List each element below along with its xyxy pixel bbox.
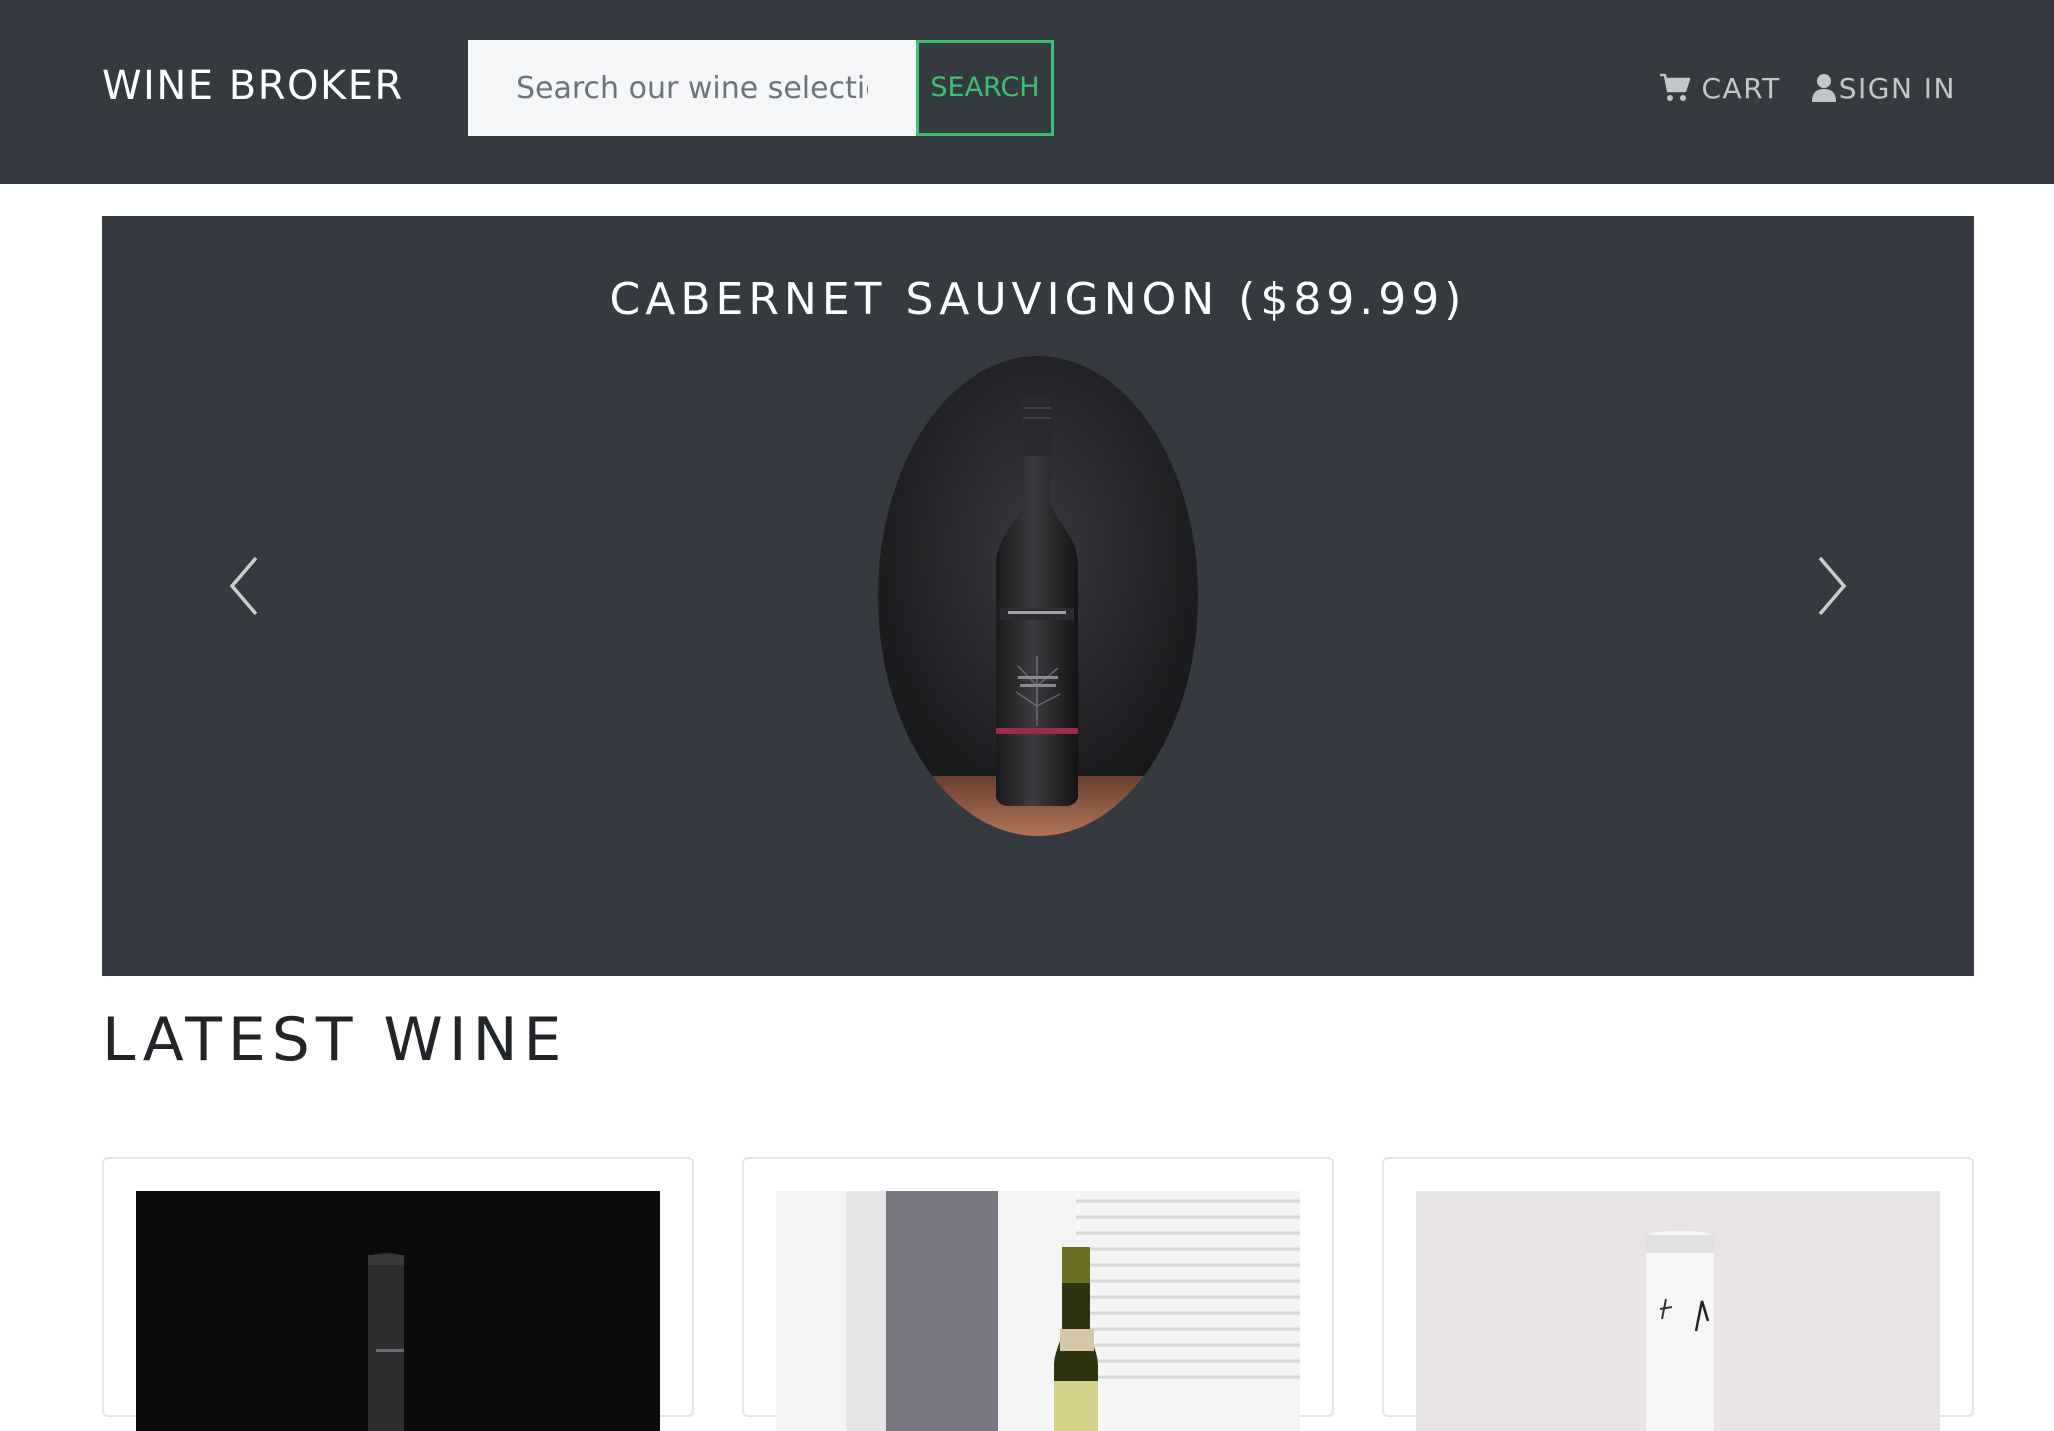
signin-label: SIGN IN: [1838, 71, 1956, 105]
signin-link[interactable]: SIGN IN: [1811, 72, 1956, 105]
wine-card-image: [1416, 1191, 1940, 1431]
brand-logo[interactable]: WINE BROKER: [102, 62, 404, 110]
latest-wine-heading: LATEST WINE: [102, 1005, 568, 1075]
carousel-next-button[interactable]: [1802, 546, 1862, 626]
navbar: WINE BROKER SEARCH CART SIGN IN: [0, 0, 2054, 184]
cart-label: CART: [1701, 71, 1781, 105]
search-button[interactable]: SEARCH: [916, 40, 1054, 136]
wine-card-image: [136, 1191, 660, 1431]
wine-card[interactable]: [1382, 1157, 1974, 1431]
wine-bottle-image[interactable]: [878, 356, 1198, 836]
wine-card-image: [776, 1191, 1300, 1431]
wine-card[interactable]: [102, 1157, 694, 1431]
cart-link[interactable]: CART: [1659, 72, 1780, 105]
carousel-prev-button[interactable]: [214, 546, 274, 626]
user-icon: [1811, 73, 1837, 103]
slide-title: CABERNET SAUVIGNON ($89.99): [609, 274, 1467, 325]
chevron-right-icon: [1802, 556, 1862, 630]
chevron-left-icon: [214, 556, 274, 630]
wine-card[interactable]: [742, 1157, 1334, 1431]
shopping-cart-icon: [1659, 73, 1691, 103]
search-input[interactable]: [468, 40, 916, 136]
nav-links: CART SIGN IN: [1659, 66, 1956, 110]
featured-carousel: CABERNET SAUVIGNON ($89.99): [102, 216, 1974, 976]
